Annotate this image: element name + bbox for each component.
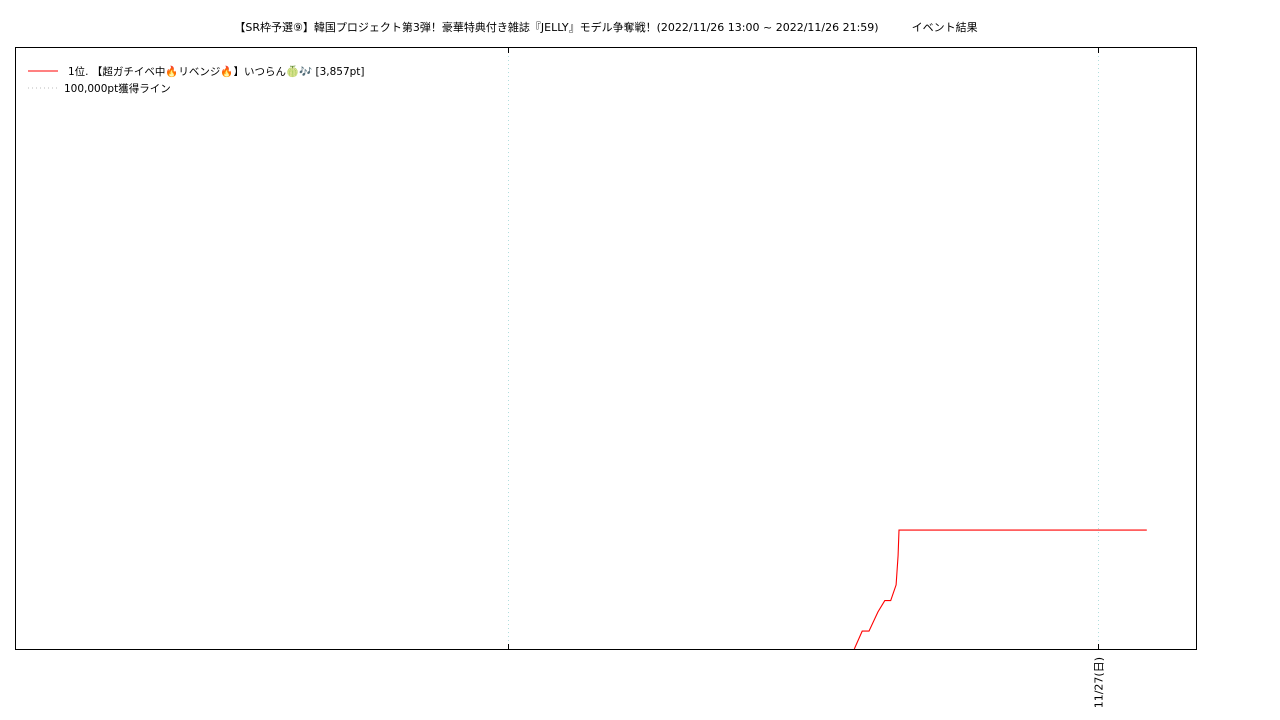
- legend-label-1: 1位. 【超ガチイベ中🔥リベンジ🔥】いつらん🍈🎶 [3,857pt]: [68, 65, 365, 78]
- plot-frame: [15, 47, 1197, 650]
- legend: 1位. 【超ガチイベ中🔥リベンジ🔥】いつらん🍈🎶 [3,857pt] 100,00…: [28, 65, 365, 95]
- x-gridlines: [508, 48, 1099, 649]
- x-tick-label: 11/27(日): [1093, 657, 1106, 708]
- x-axis-ticks: 11/27(日): [508, 48, 1106, 708]
- legend-label-2: 100,000pt獲得ライン: [64, 82, 171, 95]
- series-line-1: [853, 529, 1147, 650]
- line-chart: 11/27(日) 1位. 【超ガチイベ中🔥リベンジ🔥】いつらん🍈🎶 [3,857…: [15, 47, 1197, 708]
- series-lines: [853, 529, 1147, 650]
